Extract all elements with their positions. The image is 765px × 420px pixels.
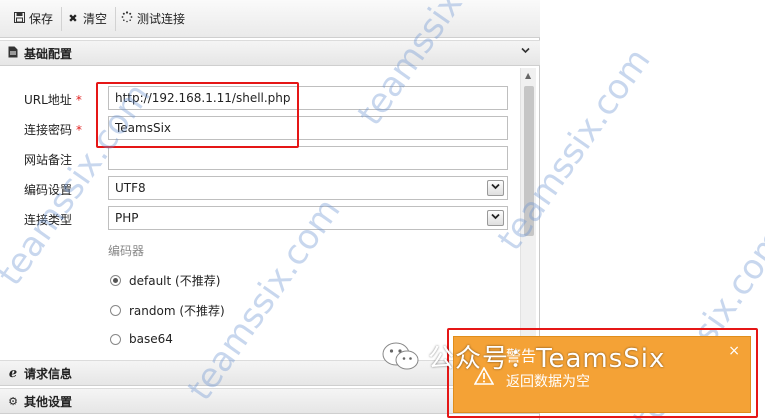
encoder-option-label: default (不推荐) bbox=[129, 274, 221, 288]
type-row: 连接类型 PHP bbox=[0, 206, 520, 232]
file-icon bbox=[6, 46, 20, 61]
toolbar: 保存 ✖ 清空 测试连接 bbox=[0, 0, 540, 38]
encoder-option-label: random (不推荐) bbox=[129, 304, 225, 318]
section-request-title: 请求信息 bbox=[24, 366, 73, 381]
clear-button-label: 清空 bbox=[83, 12, 108, 26]
url-label: URL地址 * bbox=[24, 93, 82, 107]
note-input[interactable] bbox=[108, 146, 508, 170]
type-label: 连接类型 bbox=[24, 213, 73, 227]
test-connection-button[interactable]: 测试连接 bbox=[116, 7, 193, 31]
spinner-icon bbox=[120, 11, 134, 26]
note-label: 网站备注 bbox=[24, 153, 73, 167]
radio-unchecked-icon[interactable] bbox=[110, 333, 121, 345]
floppy-icon bbox=[12, 11, 26, 26]
section-basic-config[interactable]: 基础配置 bbox=[0, 40, 540, 66]
x-icon: ✖ bbox=[68, 12, 78, 25]
encoder-option-base64[interactable]: base64 bbox=[110, 332, 173, 346]
section-basic-title: 基础配置 bbox=[24, 46, 73, 61]
radio-unchecked-icon[interactable] bbox=[110, 305, 121, 316]
radio-checked-icon[interactable] bbox=[110, 275, 121, 286]
chevron-down-icon[interactable] bbox=[487, 210, 504, 226]
save-button-label: 保存 bbox=[29, 12, 54, 26]
wechat-icon bbox=[382, 341, 420, 373]
encoding-value: UTF8 bbox=[115, 181, 146, 195]
encoding-label: 编码设置 bbox=[24, 183, 73, 197]
password-label: 连接密码 * bbox=[24, 123, 83, 137]
encoding-row: 编码设置 UTF8 bbox=[0, 176, 520, 202]
encoder-option-default[interactable]: default (不推荐) bbox=[110, 272, 220, 289]
e-icon: ℯ bbox=[8, 365, 18, 381]
scroll-thumb[interactable] bbox=[524, 86, 534, 236]
wechat-watermark: 公众号：TeamsSix bbox=[382, 338, 665, 375]
wechat-account-text: 公众号：TeamsSix bbox=[428, 344, 666, 374]
clear-button[interactable]: ✖ 清空 bbox=[62, 6, 117, 31]
test-connection-label: 测试连接 bbox=[137, 12, 186, 26]
chevron-down-icon[interactable] bbox=[521, 46, 530, 57]
save-button[interactable]: 保存 bbox=[8, 6, 63, 31]
gears-icon: ⚙ bbox=[8, 394, 18, 408]
chevron-down-icon[interactable] bbox=[487, 180, 504, 196]
note-row: 网站备注 bbox=[0, 146, 520, 172]
encoder-title: 编码器 bbox=[108, 244, 145, 258]
encoding-select[interactable]: UTF8 bbox=[108, 176, 508, 200]
type-select[interactable]: PHP bbox=[108, 206, 508, 230]
type-value: PHP bbox=[115, 211, 139, 225]
encoder-option-random[interactable]: random (不推荐) bbox=[110, 302, 225, 319]
form-scrollbar[interactable]: ▲ ▼ bbox=[520, 68, 536, 356]
section-other-title: 其他设置 bbox=[24, 394, 73, 409]
encoder-option-label: base64 bbox=[129, 332, 173, 346]
highlight-box-credentials bbox=[96, 82, 299, 148]
scroll-up-icon[interactable]: ▲ bbox=[525, 71, 531, 80]
